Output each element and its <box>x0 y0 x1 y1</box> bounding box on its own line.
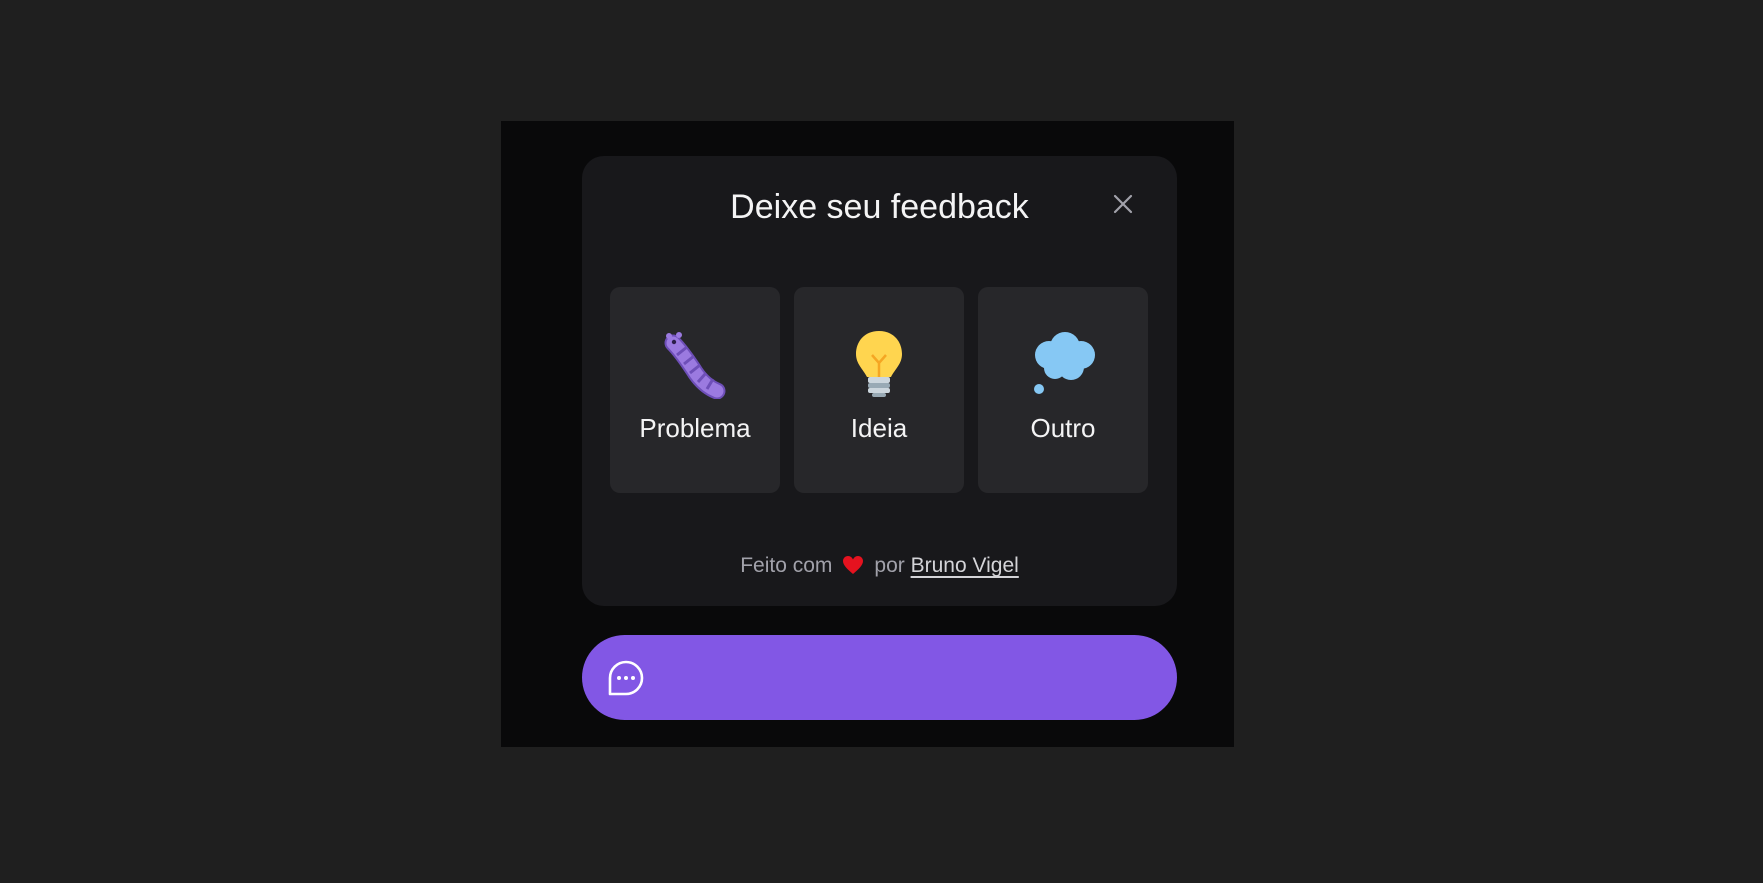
footer-made-with-text: Feito com <box>740 554 833 577</box>
widget-title: Deixe seu feedback <box>730 188 1029 226</box>
option-problem-button[interactable]: Problema <box>610 287 780 493</box>
feedback-widget: Deixe seu feedback Problema Ideia Outro … <box>582 156 1177 606</box>
heart-icon <box>842 555 864 583</box>
close-icon <box>1113 194 1133 214</box>
lightbulb-icon <box>843 327 915 399</box>
footer-by-text: por <box>874 554 905 577</box>
feedback-type-options: Problema Ideia Outro <box>610 287 1150 493</box>
option-label: Problema <box>639 413 751 443</box>
app-viewport: Deixe seu feedback Problema Ideia Outro … <box>501 121 1234 747</box>
widget-footer: Feito com por Bruno Vigel <box>582 552 1177 583</box>
close-button[interactable] <box>1108 189 1138 219</box>
option-idea-button[interactable]: Ideia <box>794 287 964 493</box>
chat-teardrop-dots-icon <box>608 660 644 696</box>
bug-icon <box>659 327 731 399</box>
feedback-launcher-button[interactable] <box>582 635 1177 720</box>
option-label: Outro <box>1030 413 1096 443</box>
thought-balloon-icon <box>1027 327 1099 399</box>
option-label: Ideia <box>850 413 908 443</box>
option-other-button[interactable]: Outro <box>978 287 1148 493</box>
author-link[interactable]: Bruno Vigel <box>911 554 1019 577</box>
